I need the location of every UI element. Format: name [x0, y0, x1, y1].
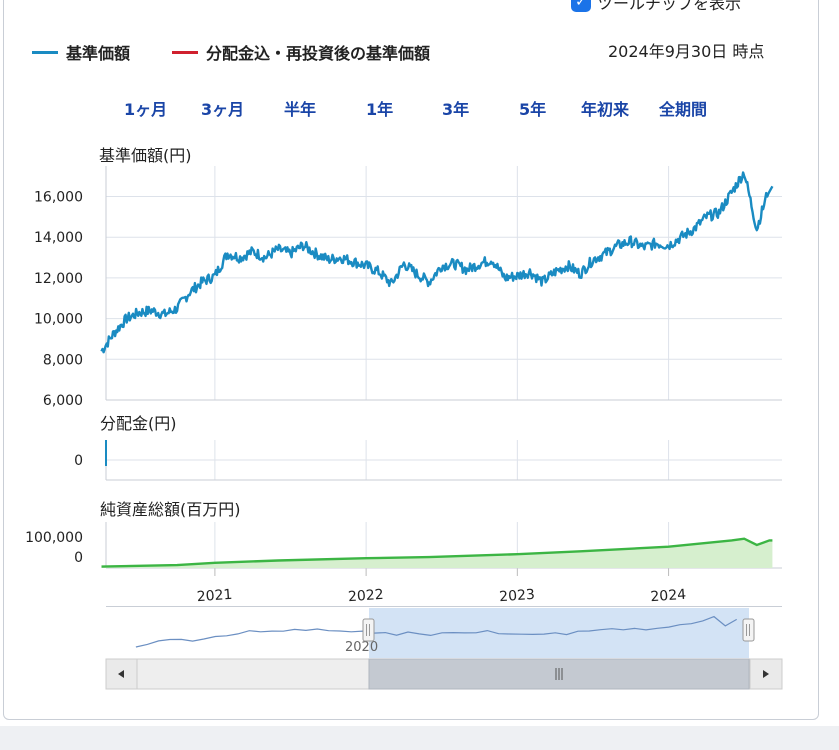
- y-tick-label-aum: 0: [74, 550, 83, 566]
- y-tick-label-nav: 6,000: [43, 393, 83, 409]
- y-tick-label-nav: 12,000: [34, 271, 83, 287]
- x-tick-label: 2021: [196, 587, 233, 605]
- axis-ticks: 6,000 8,000 10,000 12,000 14,000 16,000 0 0 100,…: [25, 190, 687, 606]
- x-tick-label: 2022: [348, 587, 385, 605]
- y-tick-label-dist: 0: [74, 453, 83, 469]
- navigator-right-handle[interactable]: [742, 618, 755, 642]
- x-tick-label: 2023: [499, 587, 536, 605]
- chart-svg: 6,000 8,000 10,000 12,000 14,000 16,000 0 0 100,…: [25, 166, 783, 690]
- nav-series: [100, 171, 774, 354]
- x-tick-label: 2024: [650, 587, 687, 605]
- navigator-year-label: 2020: [345, 640, 378, 655]
- y-tick-label-nav: 8,000: [43, 352, 83, 368]
- y-tick-label-nav: 14,000: [34, 230, 83, 246]
- y-tick-label-aum: 100,000: [25, 530, 83, 546]
- grid-lines: [105, 166, 782, 576]
- navigator-left-handle[interactable]: [362, 618, 375, 642]
- navigator: 2020: [105, 606, 783, 690]
- y-tick-label-nav: 10,000: [34, 312, 83, 328]
- y-tick-label-nav: 16,000: [34, 190, 83, 206]
- navigator-top-border: [106, 606, 782, 607]
- aum-series: [101, 537, 773, 568]
- nav-series-line: [100, 171, 774, 354]
